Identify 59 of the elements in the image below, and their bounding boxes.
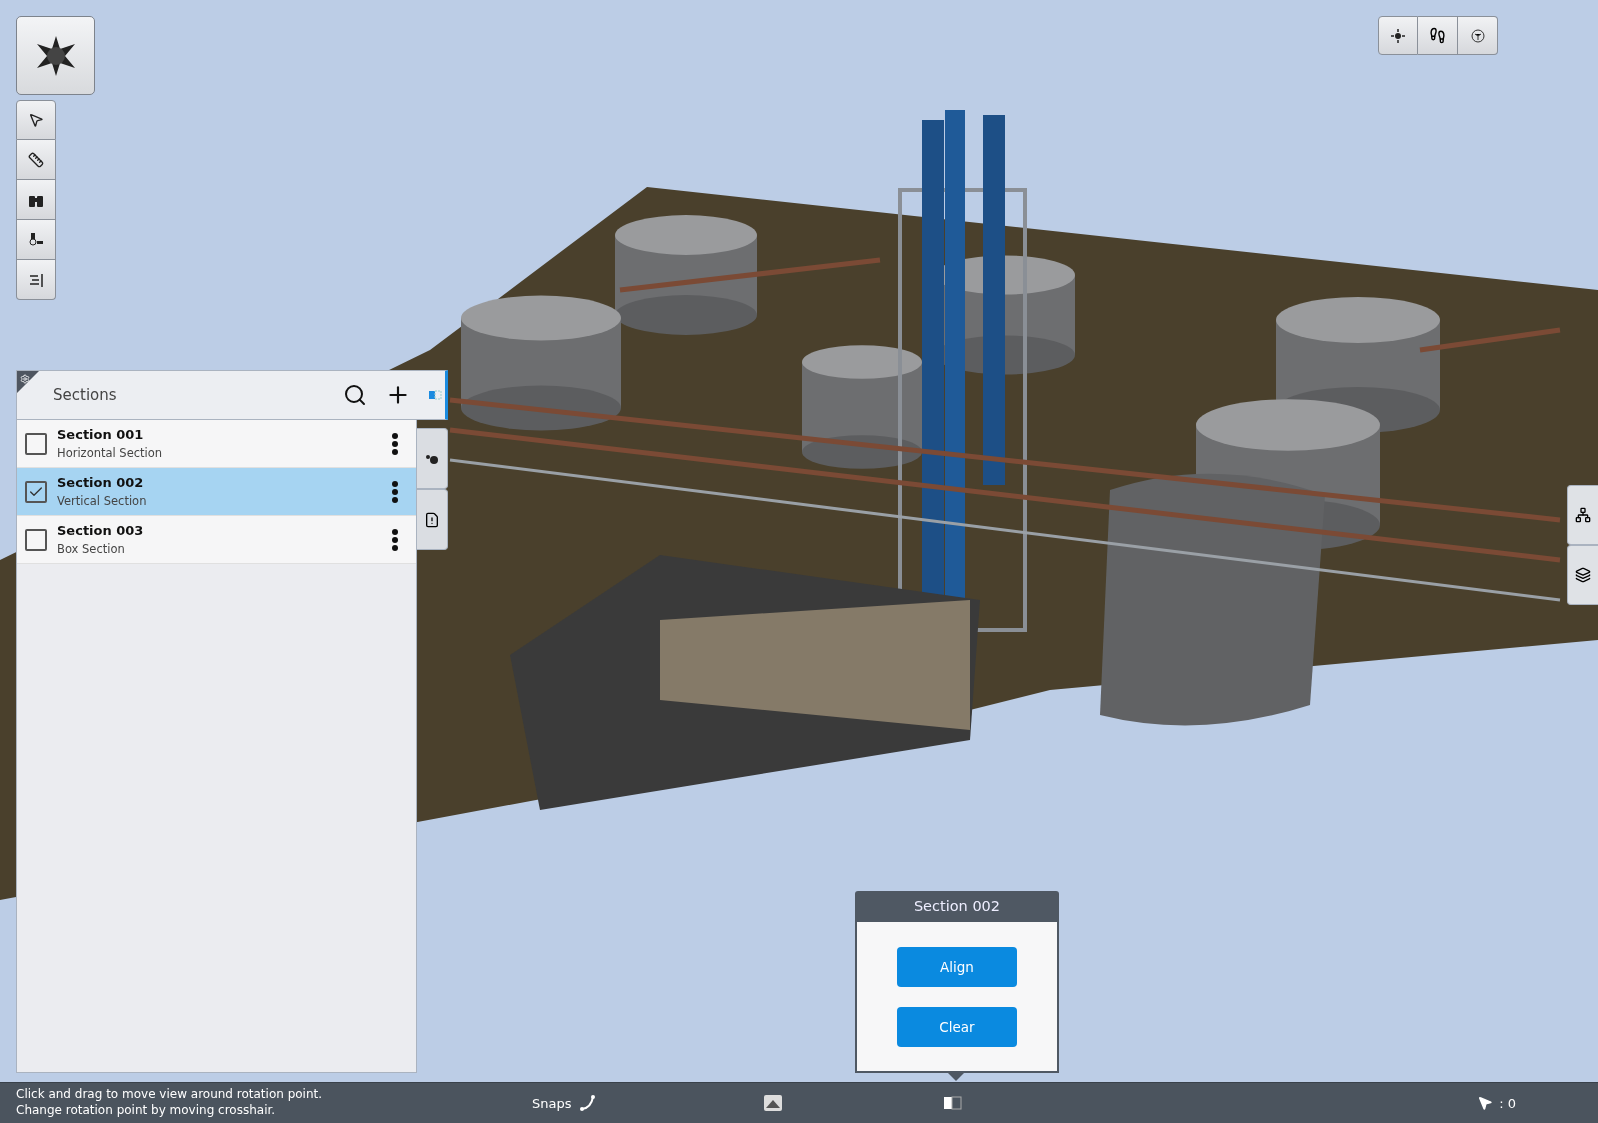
snaps-button[interactable]: Snaps — [526, 1093, 604, 1113]
split-square-icon — [429, 389, 443, 401]
search-icon — [343, 383, 367, 407]
layers-tab[interactable] — [1567, 545, 1598, 605]
list-arrows-icon — [28, 271, 44, 288]
walk-button[interactable] — [1418, 16, 1458, 55]
sidebar-tab[interactable] — [417, 489, 448, 550]
cursor-icon — [1477, 1095, 1494, 1111]
document-warning-icon — [424, 511, 440, 528]
select-tool-button[interactable] — [16, 100, 56, 140]
more-icon — [392, 432, 398, 455]
settings-icon — [20, 374, 30, 384]
section-toggle-button[interactable] — [943, 1095, 964, 1111]
crosshair-icon — [1390, 27, 1406, 44]
pointer-icon — [28, 112, 44, 128]
section-type: Vertical Section — [57, 494, 148, 508]
clash-tool-button[interactable] — [16, 220, 56, 260]
tree-tab[interactable] — [1567, 485, 1598, 545]
panel-title: Sections — [53, 386, 118, 404]
connector-icon — [28, 231, 44, 248]
section-name: Section 002 — [57, 475, 145, 490]
mountain-icon — [763, 1094, 784, 1112]
section-row[interactable]: Section 003 Box Section — [17, 516, 416, 564]
dots-icon — [425, 452, 439, 465]
checkbox[interactable] — [25, 432, 47, 455]
more-button[interactable] — [390, 526, 400, 553]
section-row[interactable]: Section 001 Horizontal Section — [17, 420, 416, 468]
section-type: Horizontal Section — [57, 446, 164, 460]
orbit-button[interactable] — [1378, 16, 1418, 55]
status-message: Click and drag to move view around rotation point. Change rotation point by moving crosshair. — [16, 1087, 324, 1119]
section-name: Section 001 — [57, 427, 145, 442]
popup-button[interactable]: Clear — [897, 1006, 1017, 1047]
more-icon — [392, 528, 398, 551]
dock-button[interactable] — [427, 387, 445, 403]
panel-corner — [17, 371, 39, 393]
footprints-icon — [1429, 27, 1446, 44]
split-square-icon — [943, 1095, 964, 1111]
app-menu-button[interactable] — [16, 16, 95, 95]
view-mode-button[interactable] — [763, 1094, 784, 1112]
checkbox[interactable] — [25, 480, 47, 503]
section-row[interactable]: Section 002 Vertical Section — [17, 468, 416, 516]
sidebar-tab[interactable] — [417, 428, 448, 489]
popup-title: Section 002 — [912, 897, 1002, 916]
ruler-icon — [28, 151, 44, 168]
checkbox[interactable] — [25, 528, 47, 551]
curve-icon — [579, 1094, 598, 1112]
binoculars-tool-button[interactable] — [16, 180, 56, 220]
measure-tool-button[interactable] — [16, 140, 56, 180]
section-name: Section 003 — [57, 523, 145, 538]
more-button[interactable] — [390, 478, 400, 505]
section-type: Box Section — [57, 542, 126, 556]
popup-button[interactable]: Align — [897, 946, 1017, 987]
view-cube-button[interactable] — [1458, 16, 1498, 55]
more-button[interactable] — [390, 430, 400, 457]
selection-count: : 0 — [1499, 1095, 1516, 1111]
more-icon — [392, 480, 398, 503]
hierarchy-icon — [1575, 507, 1591, 523]
properties-tool-button[interactable] — [16, 260, 56, 300]
layers-icon — [1575, 567, 1591, 583]
